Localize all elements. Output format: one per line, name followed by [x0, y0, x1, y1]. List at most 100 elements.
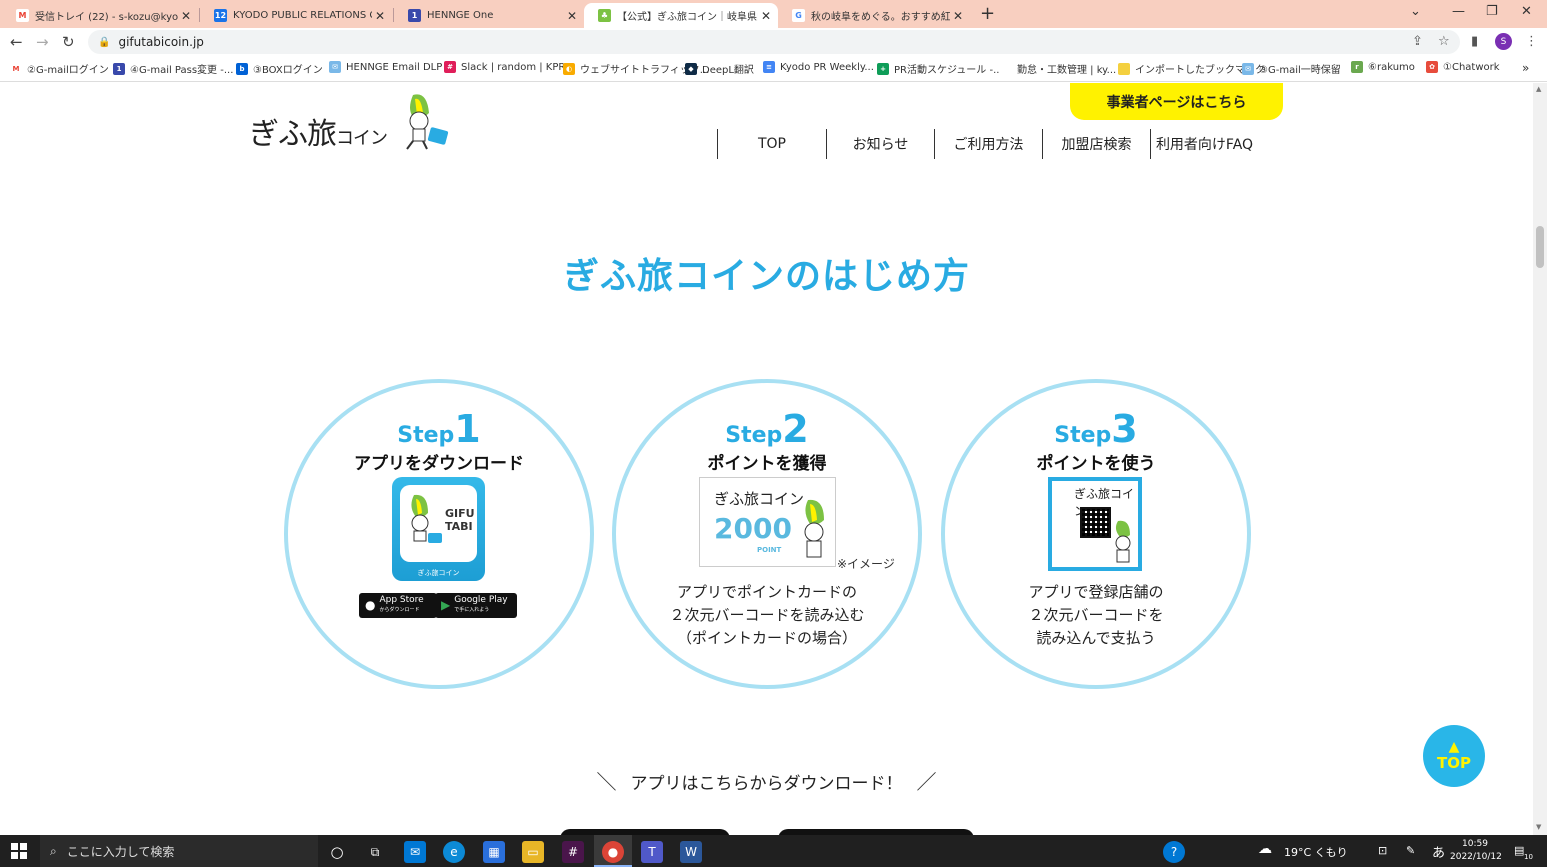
menu-icon[interactable]: ⋮	[1525, 34, 1538, 49]
bookmark-item[interactable]: ◆ DeepL翻訳	[685, 61, 754, 76]
browser-tab[interactable]: G 秋の岐阜をめぐる。おすすめ紅葉名所 ✕	[778, 3, 970, 28]
new-tab-button[interactable]: +	[980, 3, 995, 24]
browser-tab-active[interactable]: ♣ 【公式】ぎふ旅コイン｜岐阜県内の ✕	[584, 3, 778, 28]
bookmark-item[interactable]: # Slack | random | KPR	[444, 61, 565, 73]
bookmark-star-icon[interactable]: ☆	[1438, 34, 1450, 49]
nav-store-search[interactable]: 加盟店検索	[1042, 129, 1150, 159]
browser-tab[interactable]: M 受信トレイ (22) - s-kozu@kyodo-p ✕	[2, 3, 198, 28]
nav-top[interactable]: TOP	[717, 129, 826, 159]
share-icon[interactable]: ⇪	[1412, 34, 1423, 49]
rakumo-icon: r	[1351, 61, 1363, 73]
side-panel-icon[interactable]: ▮	[1471, 34, 1478, 49]
scroll-thumb[interactable]	[1536, 226, 1544, 268]
help-icon[interactable]: ?	[1163, 841, 1185, 863]
gifu-mascot-icon: ♣	[598, 9, 611, 22]
mascot-icon	[406, 94, 449, 150]
step-label: Step2	[725, 407, 809, 451]
step-description: アプリで登録店舗の ２次元バーコードを 読み込んで支払う	[1028, 583, 1164, 647]
cortana-icon[interactable]: ○	[326, 841, 348, 863]
ime-indicator[interactable]: あ	[1432, 842, 1445, 861]
more-bookmarks-icon[interactable]: »	[1522, 61, 1529, 75]
step-1-circle: Step1 アプリをダウンロード GIFU TABI ぎふ旅コイン ● App S…	[284, 379, 594, 689]
system-clock[interactable]: 10:59 2022/10/12	[1450, 838, 1502, 864]
gmail-icon: M	[16, 9, 29, 22]
back-icon[interactable]: ←	[10, 33, 23, 51]
file-explorer-icon[interactable]: ▭	[522, 841, 544, 863]
bookmark-item[interactable]: ✿ ①Chatwork	[1426, 61, 1500, 73]
section-heading: ぎふ旅コインのはじめ方	[562, 256, 970, 297]
site-logo[interactable]: ぎふ旅コイン	[249, 91, 453, 153]
weather-text[interactable]: 19°C くもり	[1284, 844, 1348, 860]
bookmark-item[interactable]: ≡ Kyodo PR Weekly...	[763, 61, 874, 73]
hennge-icon: 1	[408, 9, 421, 22]
taskbar-search[interactable]: ⌕ ここに入力して検索	[40, 835, 318, 867]
notification-icon[interactable]: ▤	[1514, 844, 1524, 857]
scroll-down-icon[interactable]: ▼	[1536, 823, 1541, 831]
close-tab-icon[interactable]: ✕	[564, 9, 580, 23]
point-card-image: ぎふ旅コイン 2000 POINT	[699, 477, 836, 567]
close-tab-icon[interactable]: ✕	[372, 9, 388, 23]
hennge-icon: 1	[113, 62, 125, 75]
app-icon: GIFU TABI ぎふ旅コイン	[392, 477, 485, 581]
pen-icon[interactable]: ✎	[1406, 844, 1415, 857]
address-bar[interactable]: 🔒 gifutabicoin.jp	[88, 30, 1460, 54]
page-viewport: ぎふ旅コイン 事業者ページはこちら TOP お知らせ ご利用方法 加盟店検索 利…	[0, 83, 1533, 835]
bookmark-item[interactable]: + PR活動スケジュール -...	[877, 61, 1003, 76]
close-tab-icon[interactable]: ✕	[178, 9, 194, 23]
bookmark-item[interactable]: ✉ ③G-mail一時保留	[1242, 61, 1341, 76]
apple-icon: ●	[365, 598, 376, 612]
up-arrow-icon: ▲	[1448, 739, 1460, 755]
back-to-top-button[interactable]: ▲ TOP	[1423, 725, 1485, 787]
mail-icon: ✉	[1242, 62, 1254, 75]
app-store-badge[interactable]: ● App Store からダウンロード	[359, 593, 437, 618]
task-view-icon[interactable]: ⧉	[364, 841, 386, 863]
mail-icon: ✉	[329, 61, 341, 73]
nav-news[interactable]: お知らせ	[826, 129, 934, 159]
nav-how-to-use[interactable]: ご利用方法	[934, 129, 1042, 159]
page-scrollbar[interactable]: ▲ ▼	[1533, 83, 1547, 835]
windows-start-icon[interactable]	[11, 843, 27, 859]
bookmark-item[interactable]: r ⑥rakumo	[1351, 61, 1415, 73]
google-icon: G	[792, 9, 805, 22]
bookmark-item[interactable]: 1 ④G-mail Pass変更 -...	[113, 61, 233, 76]
close-window-icon[interactable]: ✕	[1521, 4, 1532, 19]
store-icon[interactable]: ▦	[483, 841, 505, 863]
word-icon[interactable]: W	[680, 841, 702, 863]
minimize-icon[interactable]: —	[1452, 4, 1465, 19]
step-title: ポイントを使う	[1036, 454, 1156, 474]
teams-icon[interactable]: T	[641, 841, 663, 863]
restore-icon[interactable]: ❐	[1486, 4, 1498, 19]
reload-icon[interactable]: ↻	[62, 33, 75, 51]
step-3-circle: Step3 ポイントを使う ぎふ旅コイン アプリで登録店舗の ２次元バーコードを…	[941, 379, 1251, 689]
tab-search-icon[interactable]: ⌄	[1410, 4, 1421, 19]
sheets-icon: +	[877, 62, 889, 75]
step-2-circle: Step2 ポイントを獲得 ぎふ旅コイン 2000 POINT ※イメージ アプ…	[612, 379, 922, 689]
left-slash-decoration: ＼	[596, 770, 617, 794]
close-tab-icon[interactable]: ✕	[950, 9, 966, 23]
browser-tab[interactable]: 12 KYODO PUBLIC RELATIONS CO., L ✕	[200, 3, 392, 28]
slack-app-icon[interactable]: #	[562, 841, 584, 863]
chrome-icon[interactable]: ●	[602, 841, 624, 863]
mascot-icon	[804, 499, 824, 558]
nav-faq[interactable]: 利用者向けFAQ	[1150, 129, 1258, 159]
close-tab-icon[interactable]: ✕	[758, 9, 774, 23]
profile-avatar[interactable]: S	[1495, 33, 1512, 50]
forward-icon[interactable]: →	[36, 33, 49, 51]
browser-tab[interactable]: 1 HENNGE One ✕	[394, 3, 584, 28]
chatwork-icon: ✿	[1426, 61, 1438, 73]
bookmark-item[interactable]: M ②G-mailログイン	[10, 61, 109, 76]
bookmark-item[interactable]: b ③BOXログイン	[236, 61, 323, 76]
network-icon[interactable]: ⊡	[1378, 844, 1387, 857]
global-nav: TOP お知らせ ご利用方法 加盟店検索 利用者向けFAQ	[717, 129, 1258, 159]
google-play-badge[interactable]: ▶ Google Play で手に入れよう	[435, 593, 517, 618]
bookmark-item[interactable]: ✉ HENNGE Email DLP	[329, 61, 442, 73]
slack-icon: #	[444, 61, 456, 73]
edge-icon[interactable]: e	[443, 841, 465, 863]
windows-taskbar: ⌕ ここに入力して検索 ○ ⧉ ✉ e ▦ ▭ # ● T W ? ☁ 19°C…	[0, 835, 1547, 867]
mail-app-icon[interactable]: ✉	[404, 841, 426, 863]
scroll-up-icon[interactable]: ▲	[1536, 85, 1541, 93]
browser-tab-strip: M 受信トレイ (22) - s-kozu@kyodo-p ✕ 12 KYODO…	[0, 0, 1547, 28]
deepl-icon: ◆	[685, 62, 697, 75]
business-page-button[interactable]: 事業者ページはこちら	[1070, 83, 1283, 120]
bookmark-item[interactable]: 勤怠・工数管理 | ky...	[1000, 61, 1116, 76]
